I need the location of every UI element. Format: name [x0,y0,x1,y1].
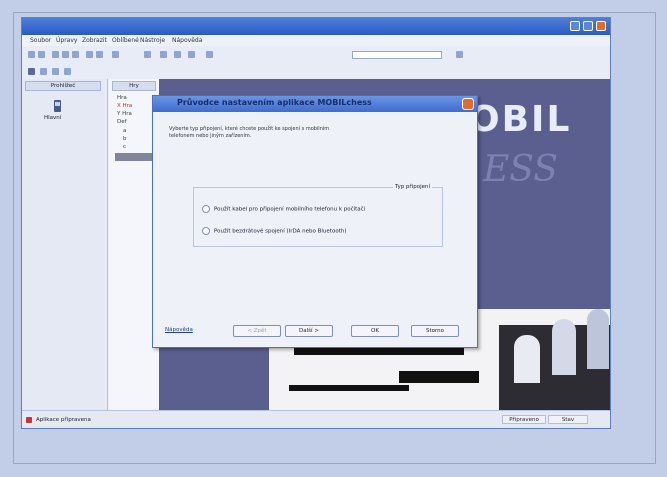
favorites-icon[interactable] [96,51,103,58]
option-wireless-row[interactable]: Použít bezdrátové spojení (IrDA nebo Blu… [202,227,346,235]
status-icon [26,417,32,423]
discuss-icon[interactable] [188,51,195,58]
address-combo[interactable] [352,51,442,59]
back-button[interactable]: < Zpět [233,325,281,337]
option-wireless-label: Použít bezdrátové spojení (IrDA nebo Blu… [214,228,347,235]
tree-item[interactable]: a [123,128,126,134]
menu-zobrazit[interactable]: Zobrazit [82,37,107,44]
status-cell: Stav [548,415,588,424]
menu-oblibene[interactable]: Oblíbené [112,37,139,44]
print-icon[interactable] [160,51,167,58]
next-button[interactable]: Další > [285,325,333,337]
status-cell: Připraveno [502,415,546,424]
window-titlebar [22,18,610,35]
toolbar-secondary [22,64,610,79]
status-bar: Aplikace připravena Připraveno Stav [22,410,610,428]
dialog-description: Vyberte typ připojení, které chcete použ… [169,126,330,139]
edit-icon[interactable] [174,51,181,58]
menu-soubor[interactable]: Soubor [30,37,51,44]
toolbar-main [22,46,610,64]
back-icon[interactable] [28,51,35,58]
refresh-icon[interactable] [62,51,69,58]
help-link[interactable]: Nápověda [165,327,193,333]
cancel-button[interactable]: Storno [411,325,459,337]
view-icon[interactable] [28,68,35,75]
menu-upravy[interactable]: Úpravy [56,37,77,44]
radio-cable[interactable] [202,205,210,213]
search-icon[interactable] [86,51,93,58]
connection-type-group: Typ připojení Použít kabel pro připojení… [193,184,443,247]
menu-nastroje[interactable]: Nástroje [140,37,165,44]
banner-word2: ESS [483,149,558,190]
options-icon[interactable] [64,68,71,75]
dialog-title: Průvodce nastavením aplikace MOBILchess [177,98,372,107]
forward-icon[interactable] [38,51,45,58]
home-icon[interactable] [72,51,79,58]
left-pane-header: Prohlížeč [25,81,101,91]
minimize-button[interactable] [570,21,580,31]
go-icon[interactable] [456,51,463,58]
phone-icon[interactable] [51,99,65,113]
menu-bar: Soubor Úpravy Zobrazit Oblíbené Nástroje… [22,35,610,46]
dialog-close-icon[interactable] [462,98,474,110]
chess-pawn [587,309,609,369]
banner-word: OBIL [469,99,572,140]
menu-napoveda[interactable]: Nápověda [172,37,202,44]
tree-item[interactable]: c [123,144,126,150]
dialog-titlebar: Průvodce nastavením aplikace MOBILchess [153,96,477,112]
connection-type-label: Typ připojení [392,184,432,190]
left-pane: Prohlížeč Hlavní [22,79,108,410]
chess-square [399,371,479,383]
option-cable-label: Použít kabel pro připojení mobilního tel… [214,206,366,213]
tree-item[interactable]: Y Hra [117,111,132,117]
maximize-button[interactable] [583,21,593,31]
close-button[interactable] [596,21,606,31]
tree-selected-item[interactable] [115,153,155,161]
tree-item[interactable]: Hra [117,95,127,101]
tree-item[interactable]: b [123,136,127,142]
folder-icon[interactable] [40,68,47,75]
tree-item[interactable]: Def [117,119,127,125]
history-icon[interactable] [112,51,119,58]
tree-pane-header: Hry [112,81,156,91]
messenger-icon[interactable] [206,51,213,58]
ok-button[interactable]: OK [351,325,399,337]
left-pane-icon-label: Hlavní [44,115,62,121]
chess-pawn [552,319,576,375]
radio-wireless[interactable] [202,227,210,235]
chess-square [289,385,409,391]
stop-icon[interactable] [52,51,59,58]
tree-item[interactable]: X Hra [117,103,132,109]
dialog-body: Vyberte typ připojení, které chcete použ… [153,112,477,347]
status-text: Aplikace připravena [36,417,91,423]
setup-wizard-dialog: Průvodce nastavením aplikace MOBILchess … [152,95,478,348]
mail-icon[interactable] [144,51,151,58]
option-cable-row[interactable]: Použít kabel pro připojení mobilního tel… [202,205,365,213]
chess-pawn [514,335,540,383]
tools-icon[interactable] [52,68,59,75]
